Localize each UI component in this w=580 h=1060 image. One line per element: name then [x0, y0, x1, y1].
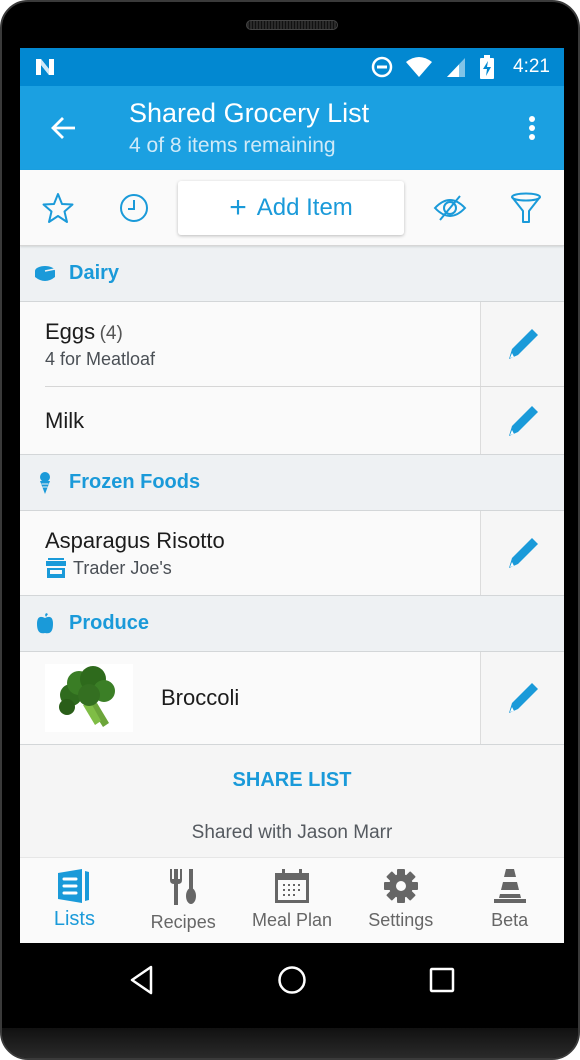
app-screen: 4:21 Shared Grocery List 4 of 8 items re… — [20, 48, 564, 943]
system-home-button[interactable] — [217, 965, 367, 995]
section-header-dairy[interactable]: Dairy — [20, 246, 564, 302]
shared-with-text: Shared with Jason Marr — [191, 822, 393, 843]
edit-item-button[interactable] — [480, 387, 564, 454]
section-label: Produce — [69, 612, 150, 634]
pencil-icon — [508, 683, 538, 713]
list-item-asparagus-risotto[interactable]: Asparagus Risotto Trader Joe's — [20, 511, 564, 596]
nav-label: Meal Plan — [251, 910, 333, 930]
nav-item-meal-plan[interactable]: Meal Plan — [238, 858, 347, 943]
edit-item-button[interactable] — [480, 302, 564, 386]
section-label: Frozen Foods — [69, 471, 201, 493]
item-name: Broccoli — [161, 685, 240, 710]
phone-speaker — [246, 20, 338, 30]
apple-icon — [37, 612, 53, 633]
nav-label: Beta — [491, 910, 529, 930]
broccoli-photo — [45, 664, 133, 732]
item-name: Milk — [45, 407, 85, 433]
star-icon — [42, 192, 74, 223]
overflow-menu-button[interactable] — [500, 86, 564, 170]
item-store: Trader Joe's — [73, 557, 172, 578]
clock-icon — [120, 193, 148, 222]
pencil-icon — [508, 329, 538, 359]
nav-label: Settings — [368, 910, 434, 930]
nav-item-beta[interactable]: Beta — [455, 858, 564, 943]
gear-icon — [383, 869, 418, 903]
list-item-milk[interactable]: Milk — [20, 387, 564, 455]
recents-square-icon — [429, 967, 455, 993]
bottom-navigation: Lists Recipes Meal Plan Settings Beta — [20, 857, 564, 943]
status-time: 4:21 — [513, 56, 550, 77]
cheese-icon — [35, 265, 56, 281]
arrow-left-icon — [51, 117, 75, 139]
n-logo-icon — [36, 59, 54, 75]
nav-item-lists[interactable]: Lists — [20, 858, 129, 943]
list-item-eggs[interactable]: Eggs (4) 4 for Meatloaf — [20, 302, 564, 386]
add-item-button[interactable]: + Add Item — [178, 180, 404, 235]
nav-item-settings[interactable]: Settings — [346, 858, 455, 943]
item-quantity: (4) — [99, 322, 123, 344]
items-remaining: 4 of 8 items remaining — [129, 133, 336, 157]
plus-icon: + — [229, 190, 247, 224]
home-circle-icon — [278, 966, 306, 994]
status-bar: 4:21 — [20, 48, 564, 86]
pencil-icon — [508, 405, 538, 436]
nav-label: Recipes — [150, 912, 216, 932]
page-title: Shared Grocery List — [129, 97, 370, 128]
phone-chin — [2, 1028, 578, 1058]
eye-off-icon — [433, 194, 467, 221]
system-recents-button[interactable] — [367, 967, 517, 993]
system-back-button[interactable] — [67, 965, 217, 995]
pencil-icon — [508, 538, 538, 568]
add-item-label: Add Item — [256, 193, 353, 221]
do-not-disturb-icon — [371, 56, 393, 78]
hide-checked-button[interactable] — [412, 170, 488, 246]
nav-label: Lists — [53, 908, 95, 930]
app-bar: Shared Grocery List 4 of 8 items remaini… — [20, 86, 564, 170]
section-header-frozen-foods[interactable]: Frozen Foods — [20, 455, 564, 511]
item-name: Asparagus Risotto — [45, 527, 225, 553]
list-toolbar: + Add Item — [20, 170, 564, 246]
system-navigation-bar — [2, 943, 580, 1017]
phone-frame: 4:21 Shared Grocery List 4 of 8 items re… — [0, 0, 580, 1060]
edit-item-button[interactable] — [480, 511, 564, 595]
signal-icon — [447, 58, 466, 77]
lists-icon — [58, 869, 90, 903]
list-item-broccoli[interactable]: Broccoli — [20, 652, 564, 745]
calendar-icon — [274, 869, 309, 903]
share-section: SHARE LIST Shared with Jason Marr — [20, 745, 564, 859]
wifi-icon — [406, 57, 433, 77]
traffic-cone-icon — [493, 869, 526, 903]
store-icon — [46, 558, 66, 578]
history-button[interactable] — [96, 170, 172, 246]
section-label: Dairy — [69, 262, 120, 284]
edit-item-button[interactable] — [480, 652, 564, 744]
favorite-button[interactable] — [20, 170, 96, 246]
nav-item-recipes[interactable]: Recipes — [129, 858, 238, 943]
item-name: Eggs — [45, 318, 96, 344]
share-list-button[interactable]: SHARE LIST — [233, 745, 352, 792]
section-header-produce[interactable]: Produce — [20, 596, 564, 652]
filter-icon — [511, 192, 541, 223]
back-button[interactable] — [20, 86, 108, 170]
battery-charging-icon — [480, 55, 495, 79]
ice-cream-icon — [40, 471, 50, 494]
back-triangle-icon — [130, 965, 153, 995]
fork-spoon-icon — [170, 869, 197, 905]
filter-button[interactable] — [488, 170, 564, 246]
more-vert-icon — [529, 116, 535, 140]
item-note: 4 for Meatloaf — [45, 348, 156, 369]
